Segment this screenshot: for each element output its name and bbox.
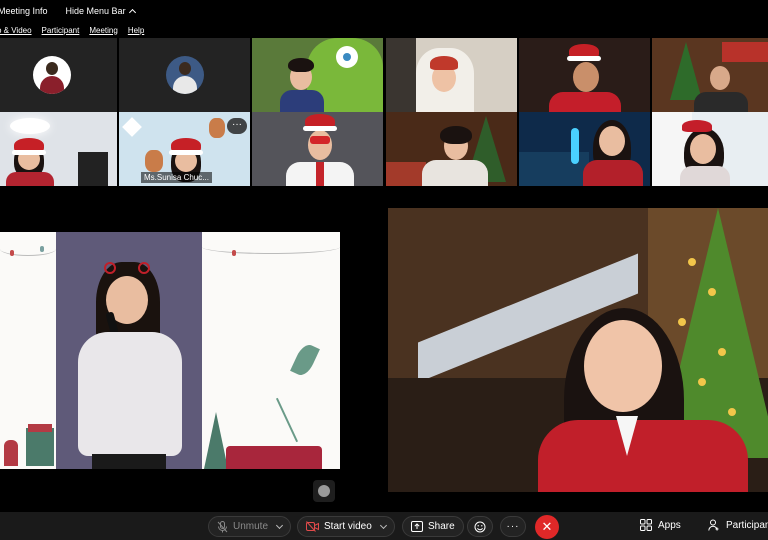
share-screen-icon [411, 521, 423, 532]
more-button[interactable]: ··· [500, 516, 526, 537]
participant-name-label: Ms.Sunisa Chuc... [141, 172, 212, 183]
emoji-icon [474, 521, 486, 532]
more-options-icon[interactable]: ··· [227, 118, 247, 134]
meeting-info-link[interactable]: Meeting Info [0, 6, 48, 16]
shared-video-stage [0, 232, 340, 469]
apps-button[interactable]: Apps [640, 519, 681, 531]
apps-icon [640, 519, 652, 531]
participant-tile[interactable] [119, 38, 250, 112]
participant-tile[interactable] [0, 112, 117, 186]
share-button[interactable]: Share [402, 516, 464, 537]
avatar [32, 56, 71, 94]
active-speaker-video [388, 208, 768, 492]
camera-toggle-icon[interactable] [313, 480, 335, 502]
participant-tile[interactable] [252, 112, 383, 186]
menu-participant[interactable]: Participant [42, 26, 80, 35]
participants-button[interactable]: Participan [708, 519, 768, 531]
chevron-up-icon [128, 8, 136, 17]
start-video-button[interactable]: Start video [297, 516, 395, 537]
participant-tile[interactable] [386, 38, 517, 112]
chevron-down-icon[interactable] [379, 521, 387, 529]
video-off-icon [306, 521, 319, 532]
participant-tile[interactable] [519, 112, 650, 186]
meeting-controls-toolbar: Unmute Start video Share ··· ✕ Apps Part… [0, 512, 768, 540]
menu-meeting[interactable]: Meeting [89, 26, 117, 35]
more-label: ··· [506, 521, 520, 532]
unmute-label: Unmute [233, 521, 269, 532]
participant-tile[interactable] [652, 112, 768, 186]
participant-tile[interactable] [519, 38, 650, 112]
menu-help[interactable]: Help [128, 26, 144, 35]
participant-tile[interactable] [252, 38, 383, 112]
close-icon: ✕ [541, 519, 553, 534]
participants-icon [708, 519, 719, 531]
microphone-muted-icon [217, 520, 228, 532]
hide-menu-bar-label: Hide Menu Bar [65, 6, 126, 16]
avatar [165, 56, 204, 94]
hide-menu-bar-toggle[interactable]: Hide Menu Bar [65, 6, 136, 17]
reactions-button[interactable] [467, 516, 493, 537]
participant-tile[interactable] [652, 38, 768, 112]
menu-audio-video[interactable]: o & Video [0, 26, 32, 35]
end-meeting-button[interactable]: ✕ [535, 515, 559, 539]
participant-tile[interactable] [386, 112, 517, 186]
participant-tile[interactable] [0, 38, 117, 112]
decorative-panel [0, 232, 56, 469]
apps-label: Apps [658, 519, 681, 531]
decorative-panel [202, 232, 340, 469]
participant-tile[interactable]: Ms.Sunisa Chuc... ··· [119, 112, 250, 186]
chevron-down-icon[interactable] [275, 521, 284, 529]
performer-video [56, 232, 202, 469]
participants-label: Participan [726, 519, 768, 531]
start-video-label: Start video [324, 521, 372, 532]
unmute-button[interactable]: Unmute [208, 516, 292, 537]
menu-bar: o & Video Participant Meeting Help [0, 22, 768, 38]
share-label: Share [428, 521, 455, 532]
window-title-bar: Meeting Info Hide Menu Bar [0, 0, 768, 22]
